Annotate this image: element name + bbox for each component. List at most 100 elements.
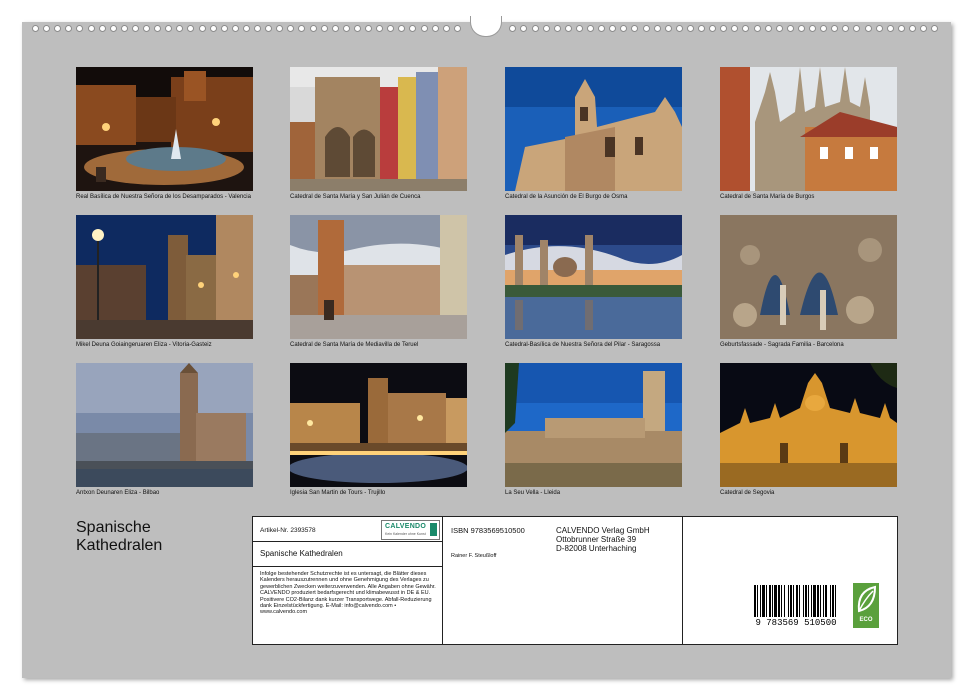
binding-hole (742, 25, 750, 32)
binding-hole (109, 25, 117, 32)
barcode-bar (793, 585, 794, 617)
barcode-bar (757, 585, 758, 617)
barcode-bar (825, 585, 827, 617)
barcode-bar (762, 585, 765, 617)
photo-cuenca (290, 67, 467, 191)
photo-caption: Antxon Deunaren Eliza - Bilbao (76, 490, 160, 496)
binding-hole (65, 25, 73, 32)
binding-hole (864, 25, 872, 32)
binding-hole (853, 25, 861, 32)
barcode: 9 783569 510500 (748, 583, 844, 628)
binding-hole (598, 25, 606, 32)
binding-hole (531, 25, 539, 32)
calvendo-logo-tagline: Kein Kalender ohne Kunst (385, 532, 426, 536)
photo-vitoria-gasteiz (76, 215, 253, 339)
binding-hole (609, 25, 617, 32)
binding-hole (209, 25, 217, 32)
isbn: ISBN 9783569510500 (451, 526, 525, 535)
binding-hole (143, 25, 150, 32)
barcode-bar (774, 585, 777, 617)
photo-caption: Mikel Deuna Goiaingeruaren Eliza - Vitor… (76, 342, 212, 348)
divider (442, 517, 443, 644)
publisher-info-box: Artikel-Nr. 2393578 CALVENDO Kein Kalend… (252, 516, 898, 645)
binding-hole (664, 25, 672, 32)
barcode-bar (790, 585, 792, 617)
binding-hole (120, 25, 128, 32)
binding-hole (342, 25, 350, 32)
barcode-bar (778, 585, 780, 617)
binding-hole (653, 25, 661, 32)
binding-hole (431, 25, 439, 32)
barcode-bar (769, 585, 771, 617)
barcode-bar (820, 585, 821, 617)
binding-hole (875, 25, 883, 32)
binding-hole (420, 25, 428, 32)
photo-caption: La Seu Vella - Lleida (505, 490, 561, 496)
binding-hole (720, 25, 728, 32)
binding-hole (231, 25, 239, 32)
barcode-bar (799, 585, 800, 617)
binding-hole (76, 25, 84, 32)
binding-hole (908, 25, 916, 32)
binding-hole (809, 25, 816, 32)
binding-hole (198, 25, 206, 32)
binding-hole (620, 25, 628, 32)
photo-caption: Catedral-Basílica de Nuestra Señora del … (505, 342, 661, 348)
barcode-bar (830, 585, 831, 617)
author: Rainer F. Steußloff (451, 553, 497, 559)
legal-text: Infolge bestehender Schutzrechte ist es … (260, 571, 436, 616)
divider (682, 517, 683, 644)
eco-badge: ECO (853, 583, 879, 628)
barcode-bar (772, 585, 773, 617)
binding-hole (242, 25, 250, 32)
binding-hole (753, 25, 761, 32)
binding-hole (631, 25, 639, 32)
binding-hole (298, 25, 306, 32)
binding-hole (698, 25, 705, 32)
binding-hole (131, 25, 139, 32)
binding-hole (187, 25, 195, 32)
binding-hole (931, 25, 939, 32)
eco-label: ECO (859, 617, 873, 623)
binding-hole (453, 25, 461, 32)
binding-hole (287, 25, 295, 32)
photo-lleida (505, 363, 682, 487)
photo-caption: Geburtsfassade - Sagrada Familia - Barce… (720, 342, 844, 348)
photo-caption: Catedral de Santa María de Mediavilla de… (290, 342, 419, 348)
binding-hole (675, 25, 683, 32)
binding-hole (265, 25, 273, 32)
binding-hole (775, 25, 783, 32)
photo-sagrada-familia (720, 215, 897, 339)
binding-hole (509, 25, 517, 32)
binding-hole (254, 25, 261, 32)
barcode-bar (781, 585, 782, 617)
calendar-title-line2: Kathedralen (76, 537, 163, 554)
calvendo-logo-text: CALVENDO (385, 523, 427, 530)
binding-hole (686, 25, 694, 32)
binding-hole (587, 25, 594, 32)
binding-hole (309, 25, 317, 32)
binding-hole (709, 25, 717, 32)
photo-caption: Catedral de Santa María de Burgos (720, 194, 815, 200)
barcode-bar (808, 585, 809, 617)
barcode-bar (766, 585, 767, 617)
publisher-line1: CALVENDO Verlag GmbH (556, 526, 650, 535)
binding-hole (276, 25, 284, 32)
calendar-title-line1: Spanische (76, 519, 151, 536)
binding-hole (786, 25, 794, 32)
binding-hole (842, 25, 850, 32)
binding-hole (642, 25, 650, 32)
binding-hole (220, 25, 228, 32)
binding-hole (886, 25, 894, 32)
binding-hole (820, 25, 828, 32)
binding-hole (32, 25, 39, 32)
binding-hole (320, 25, 328, 32)
article-number: Artikel-Nr. 2393578 (260, 527, 316, 534)
publisher-line3: D-82008 Unterhaching (556, 544, 637, 553)
binding-hole (43, 25, 51, 32)
photo-segovia (720, 363, 897, 487)
photo-bilbao (76, 363, 253, 487)
barcode-bar (760, 585, 761, 617)
photo-caption: Catedral de la Asunción de El Burgo de O… (505, 194, 628, 200)
barcode-bar (835, 585, 836, 617)
